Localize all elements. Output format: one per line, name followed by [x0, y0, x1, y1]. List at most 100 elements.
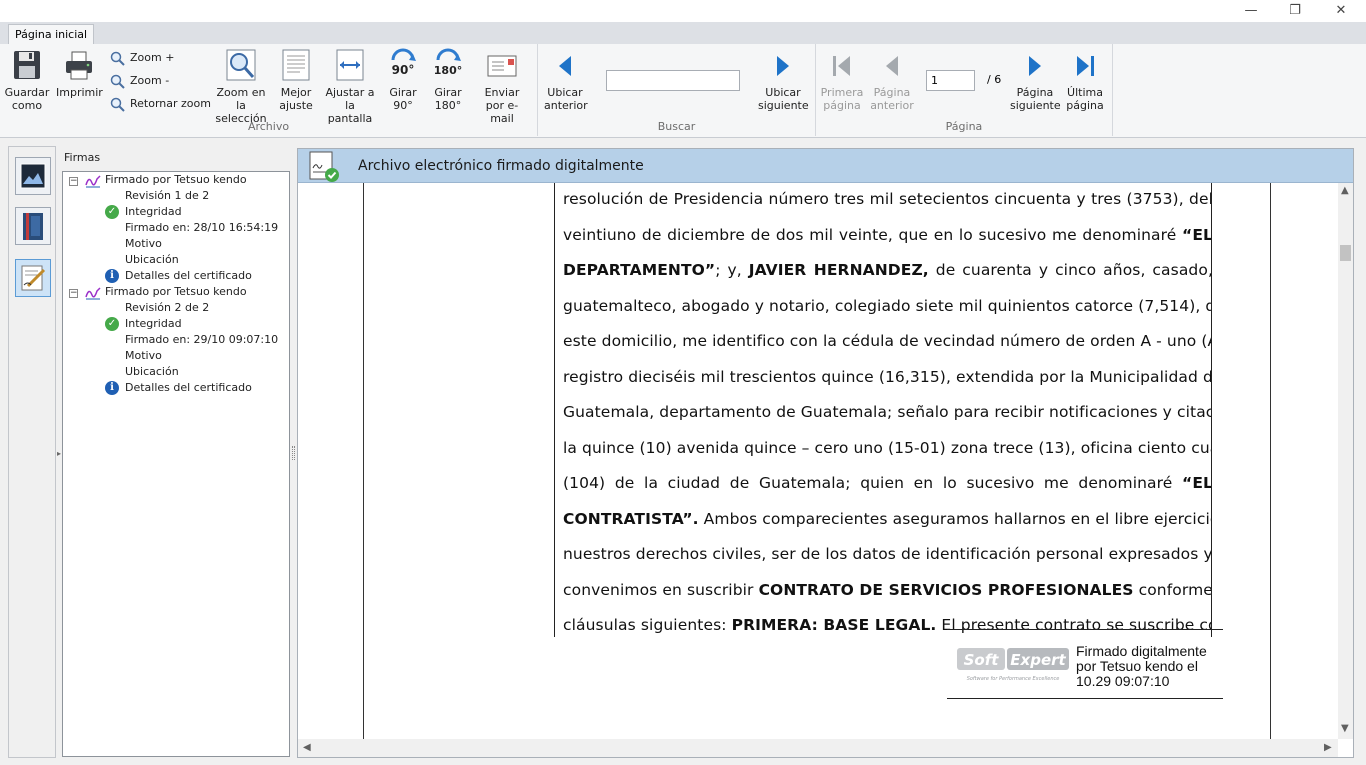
ribbon-tabs: Página inicial — [0, 22, 1366, 45]
collapse-left-arrow[interactable]: ▸ — [57, 449, 61, 458]
group-buscar: Ubicar anterior Ubicar siguiente Buscar — [538, 44, 816, 136]
text-line: guatemalteco, abogado y notario, colegia… — [563, 297, 1212, 315]
arrow-left-icon — [549, 48, 581, 82]
scroll-up-arrow[interactable]: ▲ — [1341, 185, 1349, 196]
page-total: / 6 — [987, 73, 1002, 86]
group-pagina: Primera página Página anterior 1 / 6 Pág… — [816, 44, 1113, 136]
collapse-toggle[interactable]: − — [69, 289, 78, 298]
signature-motivo: Motivo — [125, 237, 162, 250]
next-page-button[interactable]: Página siguiente — [1010, 48, 1061, 112]
text-line: veintiuno de diciembre de dos mil veinte… — [563, 226, 1212, 244]
signatures-button[interactable] — [15, 259, 51, 297]
zoom-out-label: Zoom - — [130, 74, 170, 87]
text-line: la quince (10) avenida quince – cero uno… — [563, 439, 1212, 457]
certificate-details-link[interactable]: Detalles del certificado — [125, 268, 252, 284]
fit-screen-button[interactable]: Ajustar a la pantalla — [322, 48, 378, 125]
find-previous-button[interactable]: Ubicar anterior — [544, 48, 588, 112]
splitter-handle[interactable] — [292, 446, 295, 460]
zoom-reset-label: Retornar zoom — [130, 97, 211, 110]
search-input[interactable] — [606, 70, 740, 91]
send-email-button[interactable]: Enviar por e-mail — [474, 48, 530, 125]
signatures-panel-title: Firmas — [64, 151, 101, 164]
rotate-90-button[interactable]: 90° Girar 90° — [382, 48, 424, 112]
stamp-line-3: 10.29 09:07:10 — [1076, 673, 1170, 689]
minimize-button[interactable]: — — [1236, 2, 1266, 20]
next-page-label: Página siguiente — [1010, 86, 1061, 112]
signature-date: Firmado en: 29/10 09:07:10 — [125, 333, 279, 346]
signature-motivo: Motivo — [125, 349, 162, 362]
text-line: este domicilio, me identifico con la céd… — [563, 332, 1212, 350]
scroll-right-arrow[interactable]: ▶ — [1324, 742, 1332, 753]
save-as-button[interactable]: Guardar como — [4, 48, 50, 112]
signature-date: Firmado en: 28/10 16:54:19 — [125, 221, 279, 234]
zoom-in-button[interactable]: Zoom + — [110, 49, 174, 67]
previous-page-button[interactable]: Página anterior — [868, 48, 916, 112]
banner-title: Archivo electrónico firmado digitalmente — [358, 158, 644, 174]
last-page-label: Última página — [1066, 86, 1104, 112]
close-button[interactable]: ✕ — [1326, 2, 1356, 20]
page-number-input[interactable]: 1 — [926, 70, 975, 91]
certificate-details-link[interactable]: Detalles del certificado — [125, 380, 252, 396]
first-page-button[interactable]: Primera página — [820, 48, 864, 112]
thumbnails-button[interactable] — [15, 157, 51, 195]
ribbon: Guardar como Imprimir Zoom + Zoom - Reto… — [0, 44, 1366, 138]
rotate-90-label: Girar 90° — [389, 86, 417, 112]
next-page-icon — [1019, 48, 1051, 82]
rotate-180-button[interactable]: 180° Girar 180° — [427, 48, 469, 112]
logo-tagline: Software for Performance Excellence — [967, 676, 1060, 682]
restore-button[interactable]: ❐ — [1280, 2, 1310, 20]
envelope-icon — [486, 48, 518, 82]
signature-revision: Revisión 1 de 2 — [125, 189, 210, 202]
zoom-reset-button[interactable]: Retornar zoom — [110, 95, 211, 113]
first-page-icon — [826, 48, 858, 82]
last-page-button[interactable]: Última página — [1064, 48, 1106, 112]
softexpert-logo: Soft Expert Software for Performance Exc… — [957, 648, 1069, 682]
signed-banner: Archivo electrónico firmado digitalmente — [298, 149, 1353, 183]
print-button[interactable]: Imprimir — [56, 48, 103, 99]
signature-integrity: Integridad — [125, 317, 182, 330]
zoom-selection-button[interactable]: Zoom en la selección — [210, 48, 272, 125]
text-line: registro dieciséis mil trescientos quinc… — [563, 368, 1212, 386]
document-page: resolución de Presidencia número tres mi… — [363, 183, 1271, 739]
vertical-scrollbar[interactable]: ▲ ▼ — [1338, 183, 1353, 739]
signatures-tree: − Firmado por Tetsuo kendo Revisión 1 de… — [62, 171, 290, 757]
page-fit-icon — [280, 48, 312, 82]
last-page-icon — [1069, 48, 1101, 82]
text-line: nuestros derechos civiles, ser de los da… — [563, 545, 1212, 563]
signature-signer[interactable]: Firmado por Tetsuo kendo — [105, 172, 247, 188]
rotate-90-icon: 90° — [387, 48, 419, 82]
text-line: CONTRATISTA”. Ambos comparecientes asegu… — [563, 510, 1212, 528]
stamp-line-1: Firmado digitalmente — [1076, 643, 1207, 659]
zoom-in-icon — [110, 51, 125, 66]
logo-text-soft: Soft — [964, 651, 1000, 669]
check-icon: ✓ — [105, 317, 119, 331]
zoom-out-icon — [110, 74, 125, 89]
signature-stamp[interactable]: Soft Expert Software for Performance Exc… — [947, 629, 1223, 699]
rotate-180-icon: 180° — [432, 48, 464, 82]
find-next-button[interactable]: Ubicar siguiente — [758, 48, 809, 112]
stamp-text: Firmado digitalmente por Tetsuo kendo el… — [1076, 644, 1207, 689]
image-icon — [20, 163, 46, 189]
signature-ubicacion: Ubicación — [125, 365, 179, 378]
text-line: DEPARTAMENTO”; y, JAVIER HERNANDEZ, de c… — [563, 261, 1212, 279]
zoom-out-button[interactable]: Zoom - — [110, 72, 169, 90]
page-canvas[interactable]: resolución de Presidencia número tres mi… — [298, 183, 1338, 739]
signature-revision: Revisión 2 de 2 — [125, 301, 210, 314]
zoom-in-label: Zoom + — [130, 51, 175, 64]
vertical-scroll-thumb[interactable] — [1340, 245, 1351, 261]
print-label: Imprimir — [56, 86, 103, 99]
text-line: (104) de la ciudad de Guatemala; quien e… — [563, 474, 1212, 492]
text-line: Guatemala, departamento de Guatemala; se… — [563, 403, 1212, 421]
best-fit-button[interactable]: Mejor ajuste — [274, 48, 318, 112]
tab-pagina-inicial[interactable]: Página inicial — [8, 24, 94, 45]
group-archivo-label: Archivo — [247, 120, 290, 133]
signature-signer[interactable]: Firmado por Tetsuo kendo — [105, 284, 247, 300]
scroll-down-arrow[interactable]: ▼ — [1341, 723, 1349, 734]
rotate-180-label: Girar 180° — [434, 86, 462, 112]
group-buscar-label: Buscar — [657, 120, 696, 133]
signature-ubicacion: Ubicación — [125, 253, 179, 266]
scroll-left-arrow[interactable]: ◀ — [303, 742, 311, 753]
bookmarks-button[interactable] — [15, 207, 51, 245]
collapse-toggle[interactable]: − — [69, 177, 78, 186]
horizontal-scrollbar[interactable]: ◀ ▶ — [298, 739, 1338, 757]
